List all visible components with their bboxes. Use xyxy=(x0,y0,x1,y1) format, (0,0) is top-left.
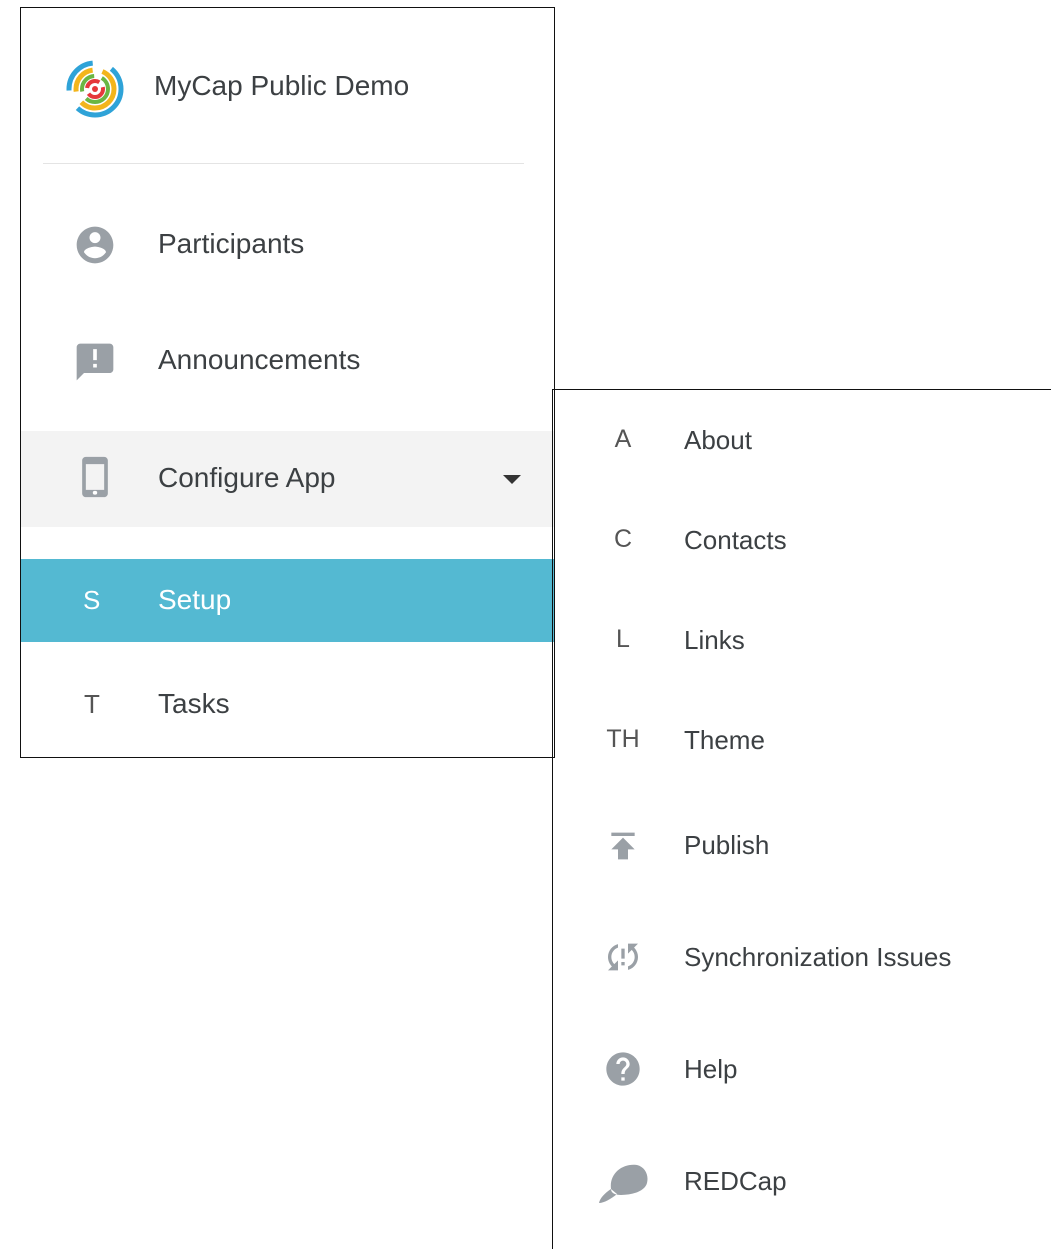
submenu-label-about: About xyxy=(684,425,752,455)
sync-problem-icon xyxy=(608,943,638,971)
submenu-label-contacts: Contacts xyxy=(684,525,787,555)
submenu-item-redcap[interactable]: REDCap xyxy=(553,1151,1051,1211)
nav-item-setup[interactable]: S Setup xyxy=(21,559,554,642)
redcap-icon xyxy=(599,1164,648,1203)
nav-label-setup: Setup xyxy=(158,584,232,615)
submenu-item-theme[interactable]: TH Theme xyxy=(553,710,1051,770)
nav-label-announcements: Announcements xyxy=(158,344,361,375)
about-letter-icon: A xyxy=(614,425,632,453)
submenu-label-synchronization-issues: Synchronization Issues xyxy=(684,942,952,972)
submenu-item-publish[interactable]: Publish xyxy=(553,815,1051,875)
configure-submenu-panel: A About C Contacts L Links TH Theme Publ… xyxy=(552,389,1051,1249)
announcement-icon xyxy=(76,343,114,381)
nav-label-participants: Participants xyxy=(158,228,305,259)
chevron-down-icon[interactable] xyxy=(503,475,521,484)
submenu-label-theme: Theme xyxy=(684,725,765,755)
submenu-item-help[interactable]: Help xyxy=(553,1039,1051,1099)
nav-item-announcements[interactable]: Announcements xyxy=(21,314,554,410)
navigation-drawer-panel: MyCap Public Demo Participants Announcem… xyxy=(20,7,555,758)
nav-item-configure-app[interactable]: Configure App xyxy=(21,431,554,527)
smartphone-icon xyxy=(82,456,108,498)
submenu-label-help: Help xyxy=(684,1054,738,1084)
contacts-letter-icon: C xyxy=(613,525,633,553)
publish-icon xyxy=(611,832,635,860)
nav-item-participants[interactable]: Participants xyxy=(21,198,554,292)
header-divider xyxy=(43,163,524,164)
nav-label-tasks: Tasks xyxy=(158,688,230,719)
drawer-header: MyCap Public Demo xyxy=(21,8,554,164)
submenu-item-contacts[interactable]: C Contacts xyxy=(553,510,1051,570)
account-circle-icon xyxy=(76,226,114,264)
help-icon xyxy=(606,1052,640,1086)
links-letter-icon: L xyxy=(616,625,630,653)
nav-label-configure-app: Configure App xyxy=(158,462,336,493)
tasks-letter-icon: T xyxy=(84,689,100,719)
submenu-label-publish: Publish xyxy=(684,830,770,860)
submenu-item-synchronization-issues[interactable]: Synchronization Issues xyxy=(553,927,1051,987)
app-title: MyCap Public Demo xyxy=(154,70,410,101)
submenu-item-links[interactable]: L Links xyxy=(553,610,1051,670)
setup-letter-icon: S xyxy=(83,585,101,615)
submenu-label-links: Links xyxy=(684,625,745,655)
mycap-logo-icon xyxy=(66,60,124,118)
theme-letter-icon: TH xyxy=(606,725,640,753)
submenu-item-about[interactable]: A About xyxy=(553,410,1051,470)
submenu-label-redcap: REDCap xyxy=(684,1166,787,1196)
nav-item-tasks[interactable]: T Tasks xyxy=(21,668,554,748)
